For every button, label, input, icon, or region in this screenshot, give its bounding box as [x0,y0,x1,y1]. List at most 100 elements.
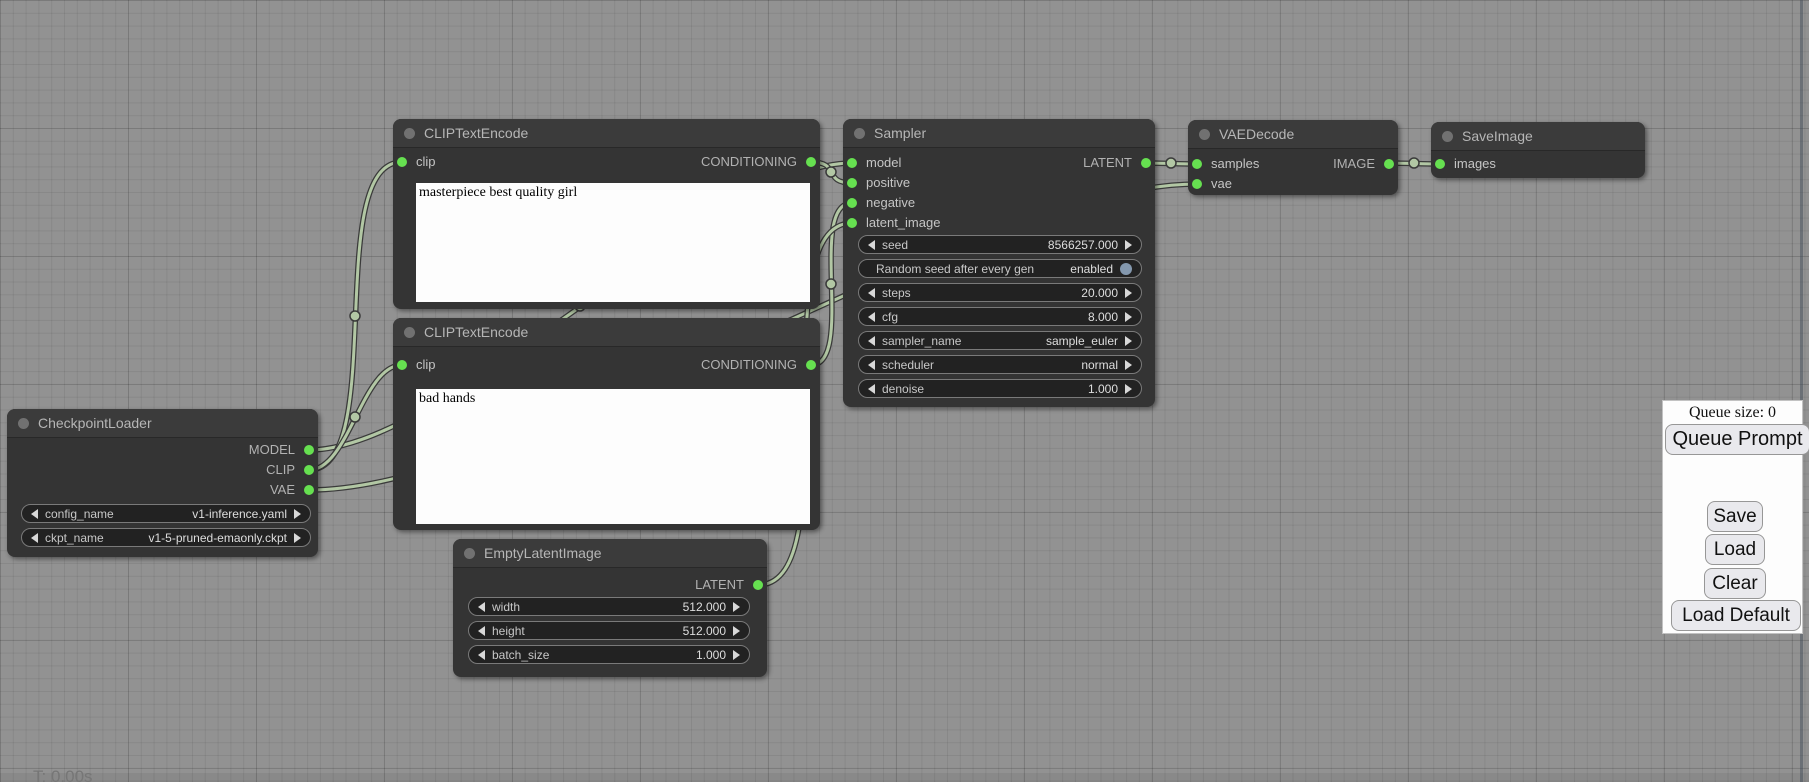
stepper-right-icon[interactable] [1125,288,1132,298]
slot-dot-icon[interactable] [397,360,407,370]
slot-dot-icon[interactable] [304,485,314,495]
collapse-dot-icon[interactable] [464,548,475,559]
queue-prompt-button[interactable]: Queue Prompt [1665,424,1809,455]
slot-dot-icon[interactable] [1192,159,1202,169]
widget-config-name[interactable]: config_name v1-inference.yaml [21,504,311,523]
node-graph-canvas[interactable]: T: 0.00s [0,0,1809,782]
node-checkpoint-loader[interactable]: CheckpointLoader MODEL CLIP VAE config_n… [7,409,318,557]
slot-dot-icon[interactable] [806,157,816,167]
stepper-right-icon[interactable] [1125,360,1132,370]
input-slot-negative[interactable]: negative [843,193,915,213]
widget-denoise[interactable]: denoise 1.000 [858,379,1142,398]
collapse-dot-icon[interactable] [404,327,415,338]
stepper-left-icon[interactable] [868,288,875,298]
stepper-left-icon[interactable] [868,312,875,322]
slot-dot-icon[interactable] [847,218,857,228]
stepper-right-icon[interactable] [1125,336,1132,346]
widget-seed[interactable]: seed 8566257.000 [858,235,1142,254]
stepper-right-icon[interactable] [1125,312,1132,322]
slot-label: samples [1211,156,1259,171]
output-slot-conditioning[interactable]: CONDITIONING [701,355,820,375]
comfy-menu-panel: Queue size: 0 Queue Prompt Save Load Cle… [1662,400,1803,634]
output-slot-vae[interactable]: VAE [270,480,318,500]
widget-steps[interactable]: steps 20.000 [858,283,1142,302]
node-save-image[interactable]: SaveImage images [1431,122,1645,178]
node-title-bar[interactable]: CheckpointLoader [7,409,318,438]
slot-dot-icon[interactable] [397,157,407,167]
stepper-right-icon[interactable] [294,509,301,519]
stepper-left-icon[interactable] [478,650,485,660]
collapse-dot-icon[interactable] [854,128,865,139]
stepper-left-icon[interactable] [868,336,875,346]
collapse-dot-icon[interactable] [1442,131,1453,142]
slot-dot-icon[interactable] [806,360,816,370]
collapse-dot-icon[interactable] [1199,129,1210,140]
output-slot-model[interactable]: MODEL [249,440,318,460]
input-slot-positive[interactable]: positive [843,173,910,193]
input-slot-clip[interactable]: clip [393,355,436,375]
input-slot-model[interactable]: model [843,153,901,173]
stepper-left-icon[interactable] [478,602,485,612]
node-title-bar[interactable]: VAEDecode [1188,120,1398,149]
slot-dot-icon[interactable] [304,445,314,455]
input-slot-vae[interactable]: vae [1188,174,1232,194]
node-clip-text-encode-positive[interactable]: CLIPTextEncode clip CONDITIONING masterp… [393,119,820,309]
input-slot-latent-image[interactable]: latent_image [843,213,940,233]
node-clip-text-encode-negative[interactable]: CLIPTextEncode clip CONDITIONING bad han… [393,318,820,530]
slot-dot-icon[interactable] [1435,159,1445,169]
node-title-bar[interactable]: SaveImage [1431,122,1645,151]
collapse-dot-icon[interactable] [404,128,415,139]
stepper-left-icon[interactable] [868,240,875,250]
output-slot-clip[interactable]: CLIP [266,460,318,480]
output-slot-image[interactable]: IMAGE [1333,154,1398,174]
stepper-left-icon[interactable] [478,626,485,636]
stepper-left-icon[interactable] [31,509,38,519]
stepper-left-icon[interactable] [868,360,875,370]
node-title-bar[interactable]: Sampler [843,119,1155,148]
input-slot-clip[interactable]: clip [393,152,436,172]
slot-dot-icon[interactable] [753,580,763,590]
node-title-bar[interactable]: CLIPTextEncode [393,318,820,347]
slot-dot-icon[interactable] [847,198,857,208]
slot-dot-icon[interactable] [304,465,314,475]
slot-dot-icon[interactable] [1141,158,1151,168]
node-empty-latent-image[interactable]: EmptyLatentImage LATENT width 512.000 he… [453,539,767,677]
widget-batch-size[interactable]: batch_size 1.000 [468,645,750,664]
widget-random-seed-toggle[interactable]: Random seed after every gen enabled [858,259,1142,278]
load-button[interactable]: Load [1705,534,1765,565]
node-sampler[interactable]: Sampler model positive negative latent_i… [843,119,1155,407]
node-title-bar[interactable]: EmptyLatentImage [453,539,767,568]
stepper-right-icon[interactable] [733,626,740,636]
output-slot-conditioning[interactable]: CONDITIONING [701,152,820,172]
output-slot-latent[interactable]: LATENT [695,575,767,595]
slot-dot-icon[interactable] [847,178,857,188]
toggle-dot-icon[interactable] [1120,263,1132,275]
prompt-textarea[interactable]: masterpiece best quality girl [416,183,810,302]
stepper-right-icon[interactable] [1125,384,1132,394]
input-slot-samples[interactable]: samples [1188,154,1259,174]
widget-sampler-name[interactable]: sampler_name sample_euler [858,331,1142,350]
widget-height[interactable]: height 512.000 [468,621,750,640]
input-slot-images[interactable]: images [1431,154,1496,174]
widget-scheduler[interactable]: scheduler normal [858,355,1142,374]
slot-dot-icon[interactable] [1384,159,1394,169]
stepper-right-icon[interactable] [1125,240,1132,250]
save-button[interactable]: Save [1707,501,1763,532]
stepper-right-icon[interactable] [294,533,301,543]
node-vae-decode[interactable]: VAEDecode samples vae IMAGE [1188,120,1398,195]
widget-width[interactable]: width 512.000 [468,597,750,616]
clear-button[interactable]: Clear [1704,568,1766,599]
slot-dot-icon[interactable] [847,158,857,168]
stepper-right-icon[interactable] [733,650,740,660]
widget-cfg[interactable]: cfg 8.000 [858,307,1142,326]
slot-dot-icon[interactable] [1192,179,1202,189]
load-default-button[interactable]: Load Default [1671,600,1801,631]
widget-ckpt-name[interactable]: ckpt_name v1-5-pruned-emaonly.ckpt [21,528,311,547]
stepper-right-icon[interactable] [733,602,740,612]
collapse-dot-icon[interactable] [18,418,29,429]
stepper-left-icon[interactable] [31,533,38,543]
prompt-textarea[interactable]: bad hands [416,389,810,524]
output-slot-latent[interactable]: LATENT [1083,153,1155,173]
node-title-bar[interactable]: CLIPTextEncode [393,119,820,148]
stepper-left-icon[interactable] [868,384,875,394]
